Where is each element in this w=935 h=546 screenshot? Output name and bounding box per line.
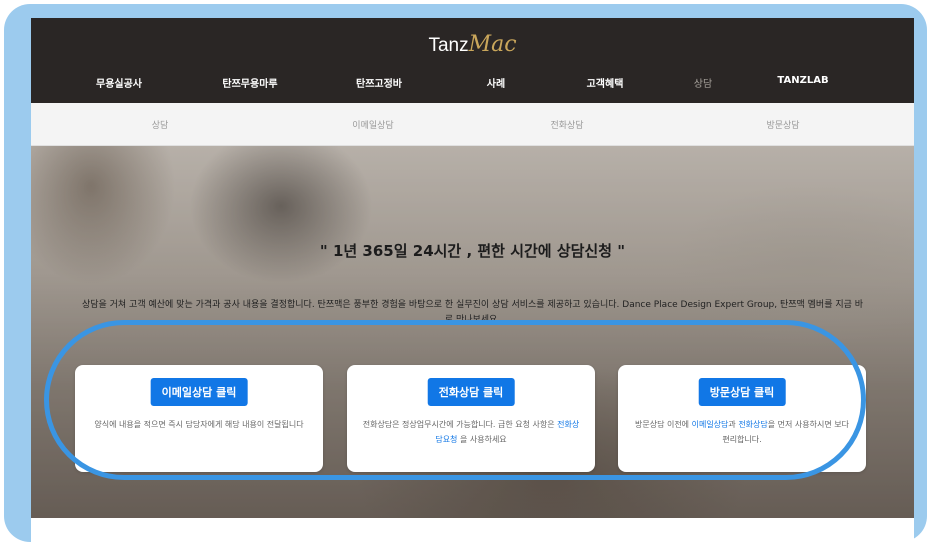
subnav-item-consultation[interactable]: 상담 [152, 118, 169, 131]
logo-text-tanz: Tanz [428, 35, 469, 56]
visit-consultation-text: 방문상담 이전에 이메일상담과 전화상담을 먼저 사용하시면 보다 편리합니다. [632, 417, 852, 447]
email-consultation-text: 양식에 내용을 적으면 즉시 담당자에게 해당 내용이 전달됩니다 [89, 417, 309, 432]
phone-consultation-link[interactable]: 전화상담 [738, 420, 767, 429]
card-text-part: 방문상담 이전에 [634, 420, 692, 429]
menu-item-customer-benefits[interactable]: 고객혜택 [587, 75, 624, 90]
subnav-item-phone-consultation[interactable]: 전화상담 [550, 118, 583, 131]
menu-item-tanz-fixed-bar[interactable]: 탄쯔고정바 [356, 75, 402, 90]
email-consultation-card: 이메일상담 클릭 양식에 내용을 적으면 즉시 담당자에게 해당 내용이 전달됩… [75, 365, 323, 472]
visit-consultation-button[interactable]: 방문상담 클릭 [698, 378, 786, 406]
menu-item-consultation[interactable]: 상담 [694, 75, 712, 90]
card-text-part: 을 사용하세요 [457, 435, 507, 444]
hero-headline: " 1년 365일 24시간 , 편한 시간에 상담신청 " [319, 242, 626, 260]
menu-item-tanz-dance-floor[interactable]: 탄쯔무용마루 [222, 75, 277, 90]
main-menu: 무용실공사 탄쯔무용마루 탄쯔고정바 사례 고객혜택 상담 TANZLAB [31, 75, 914, 91]
page-viewport: TanzMac 무용실공사 탄쯔무용마루 탄쯔고정바 사례 고객혜택 상담 TA… [31, 18, 914, 546]
site-logo[interactable]: TanzMac [31, 32, 914, 57]
phone-consultation-text: 전화상담은 정상업무시간에 가능합니다. 급한 요청 사항은 전화상담요청 을 … [361, 417, 581, 447]
card-text-part: 과 [728, 420, 739, 429]
phone-consultation-button[interactable]: 전화상담 클릭 [427, 378, 515, 406]
hero-description: 상담을 거쳐 고객 예산에 맞는 가격과 공사 내용을 결정합니다. 탄쯔맥은 … [81, 300, 864, 325]
phone-consultation-card: 전화상담 클릭 전화상담은 정상업무시간에 가능합니다. 급한 요청 사항은 전… [347, 365, 595, 472]
logo-text-mac: Mac [468, 32, 517, 57]
hero-section: " 1년 365일 24시간 , 편한 시간에 상담신청 " 상담을 거쳐 고객… [31, 146, 914, 518]
card-text-part: 양식에 내용을 적으면 즉시 담당자에게 해당 내용이 전달됩니다 [94, 420, 304, 429]
card-text-part: 전화상담은 정상업무시간에 가능합니다. 급한 요청 사항은 [362, 420, 558, 429]
menu-item-tanzlab[interactable]: TANZLAB [777, 75, 828, 86]
subnav-item-visit-consultation[interactable]: 방문상담 [766, 118, 799, 131]
subnav-item-email-consultation[interactable]: 이메일상담 [352, 118, 393, 131]
menu-item-cases[interactable]: 사례 [487, 75, 505, 90]
email-consultation-button[interactable]: 이메일상담 클릭 [150, 378, 248, 406]
top-navigation: TanzMac 무용실공사 탄쯔무용마루 탄쯔고정바 사례 고객혜택 상담 TA… [31, 18, 914, 103]
visit-consultation-card: 방문상담 클릭 방문상담 이전에 이메일상담과 전화상담을 먼저 사용하시면 보… [618, 365, 866, 472]
menu-item-dance-studio-construction[interactable]: 무용실공사 [96, 75, 142, 90]
email-consultation-link[interactable]: 이메일상담 [692, 420, 729, 429]
sub-navigation: 상담 이메일상담 전화상담 방문상담 [31, 103, 914, 146]
